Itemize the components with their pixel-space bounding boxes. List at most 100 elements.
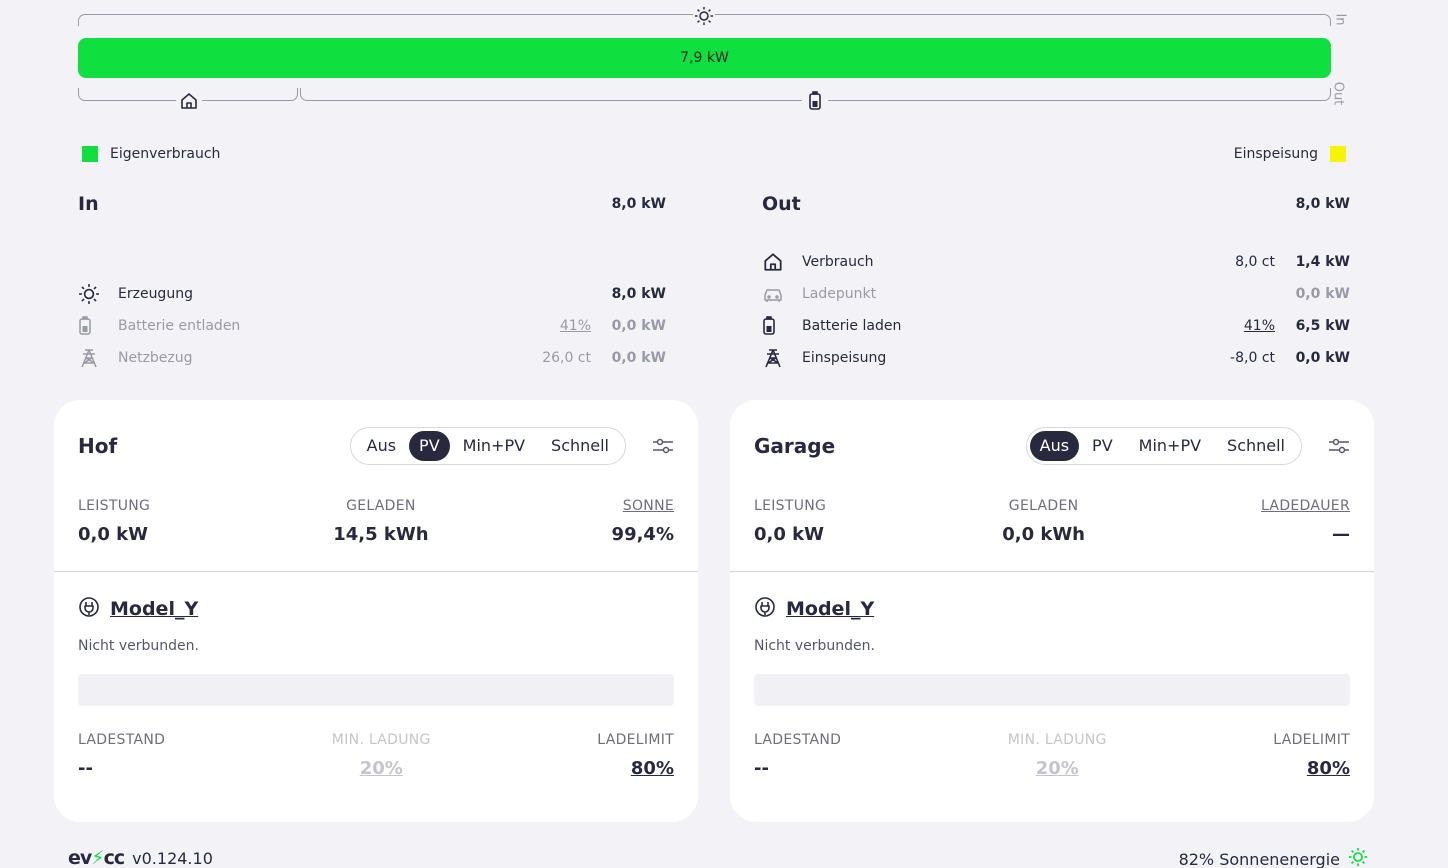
self-consumption-bar: 7,9 kW	[78, 38, 1331, 78]
bar-value: 7,9 kW	[680, 50, 729, 66]
legend-swatch-yellow	[1330, 146, 1346, 162]
vehicle-selector[interactable]: Model_Y	[78, 596, 198, 622]
row-label: Ladepunkt	[802, 286, 877, 302]
mode-pv-button[interactable]: PV	[1079, 431, 1126, 461]
logo-part: cc	[103, 847, 126, 868]
charge-limit-link[interactable]: 80%	[631, 758, 674, 779]
stat-label: LADESTAND	[78, 732, 166, 748]
row-value: 6,5 kW	[1295, 318, 1350, 334]
vehicle-plug-icon	[78, 596, 100, 622]
row-value: 0,0 kW	[611, 350, 666, 366]
house-icon	[762, 251, 802, 273]
stat-value: 0,0 kW	[754, 524, 824, 545]
settings-sliders-icon[interactable]	[1310, 437, 1350, 455]
evcc-logo[interactable]: ev⚡cc	[68, 847, 126, 868]
stat-soc: LADESTAND --	[754, 732, 841, 779]
charging-stats: LEISTUNG 0,0 kW GELADEN 0,0 kWh LADEDAUE…	[754, 498, 1350, 545]
loadpoint-title: Garage	[754, 434, 836, 458]
vehicle-plug-icon	[754, 596, 776, 622]
battery-icon	[78, 316, 118, 336]
stat-charge-limit: LADELIMIT 80%	[1273, 732, 1350, 779]
stat-label: LEISTUNG	[78, 498, 151, 514]
out-side-label: Out	[1330, 81, 1346, 106]
out-title: Out	[762, 193, 801, 215]
in-title: In	[78, 193, 99, 215]
stat-charged: GELADEN 0,0 kWh	[1002, 498, 1085, 545]
sun-icon	[693, 5, 715, 27]
charge-progress-bar	[78, 674, 674, 706]
min-charge-link[interactable]: 20%	[360, 758, 403, 779]
row-label: Batterie entladen	[118, 318, 241, 334]
mode-off-button[interactable]: Aus	[354, 431, 409, 461]
soc-stats: LADESTAND -- MIN. LADUNG 20% LADELIMIT 8…	[78, 732, 674, 779]
stat-value: 0,0 kWh	[1002, 524, 1085, 545]
version-link[interactable]: v0.124.10	[132, 849, 213, 868]
row-value: 0,0 kW	[611, 318, 666, 334]
card-header: Garage Aus PV Min+PV Schnell	[754, 426, 1350, 466]
stat-power: LEISTUNG 0,0 kW	[754, 498, 826, 545]
min-charge-link[interactable]: 20%	[1036, 758, 1079, 779]
footer-brand: ev⚡cc v0.124.10	[68, 847, 213, 868]
stat-power: LEISTUNG 0,0 kW	[78, 498, 150, 545]
stat-min-charge: MIN. LADUNG 20%	[1008, 732, 1107, 779]
stat-label: LADELIMIT	[1273, 732, 1350, 748]
stat-label: GELADEN	[1008, 498, 1079, 514]
vehicle-name[interactable]: Model_Y	[110, 598, 198, 620]
stat-value: --	[78, 758, 93, 779]
loadpoint-card-hof: Hof Aus PV Min+PV Schnell LEISTUNG 0,0 k…	[54, 400, 698, 822]
in-side-label: In	[1332, 13, 1348, 26]
grid-tower-icon	[78, 347, 118, 369]
row-value: 0,0 kW	[1295, 350, 1350, 366]
stat-value: —	[1331, 524, 1350, 545]
stat-duration: LADEDAUER —	[1261, 498, 1350, 545]
solar-share-indicator[interactable]: 82% Sonnenenergie	[1179, 847, 1368, 868]
stat-label: LADESTAND	[754, 732, 842, 748]
in-row-production: Erzeugung 8,0 kW	[78, 278, 666, 310]
mode-pv-button[interactable]: PV	[409, 431, 450, 461]
charge-limit-link[interactable]: 80%	[1307, 758, 1350, 779]
in-row-battery-discharge: Batterie entladen 41% 0,0 kW	[78, 310, 666, 342]
legend-feed-in: Einspeisung	[1234, 146, 1346, 162]
row-label: Netzbezug	[118, 350, 193, 366]
loadpoint-card-garage: Garage Aus PV Min+PV Schnell LEISTUNG 0,…	[730, 400, 1374, 822]
mode-off-button[interactable]: Aus	[1029, 431, 1080, 461]
mode-minpv-button[interactable]: Min+PV	[1126, 431, 1214, 461]
row-value: 8,0 kW	[611, 286, 666, 302]
grid-tower-icon	[762, 347, 802, 369]
out-row-loadpoint: Ladepunkt 0,0 kW	[762, 278, 1350, 310]
stat-label: LEISTUNG	[754, 498, 827, 514]
row-label: Einspeisung	[802, 350, 887, 366]
car-icon	[762, 285, 802, 303]
row-label: Verbrauch	[802, 254, 874, 270]
mode-fast-button[interactable]: Schnell	[538, 431, 622, 461]
stat-toggle-link[interactable]: LADEDAUER	[1261, 498, 1350, 514]
house-icon	[176, 90, 202, 112]
battery-soc-link[interactable]: 41%	[1195, 318, 1275, 334]
vehicle-name[interactable]: Model_Y	[786, 598, 874, 620]
out-row-battery-charge: Batterie laden 41% 6,5 kW	[762, 310, 1350, 342]
in-total: 8,0 kW	[611, 196, 666, 212]
legend-self-consumption: Eigenverbrauch	[82, 146, 220, 162]
divider	[730, 571, 1374, 572]
charging-stats: LEISTUNG 0,0 kW GELADEN 14,5 kWh SONNE 9…	[78, 498, 674, 545]
loadpoint-title: Hof	[78, 434, 118, 458]
sun-icon	[78, 283, 118, 305]
vehicle-selector[interactable]: Model_Y	[754, 596, 874, 622]
sun-icon	[1348, 847, 1368, 868]
mode-minpv-button[interactable]: Min+PV	[450, 431, 538, 461]
battery-icon	[762, 316, 802, 336]
bolt-icon: ⚡	[91, 847, 104, 868]
battery-soc-link[interactable]: 41%	[511, 318, 591, 334]
solar-share-text: 82% Sonnenenergie	[1178, 849, 1340, 868]
stat-label: MIN. LADUNG	[1007, 732, 1107, 748]
vehicle-status: Nicht verbunden.	[78, 638, 199, 654]
battery-icon	[802, 90, 828, 112]
stat-toggle-link[interactable]: SONNE	[623, 498, 674, 514]
row-label: Batterie laden	[802, 318, 902, 334]
settings-sliders-icon[interactable]	[634, 437, 674, 455]
out-row-consumption: Verbrauch 8,0 ct 1,4 kW	[762, 246, 1350, 278]
mode-fast-button[interactable]: Schnell	[1214, 431, 1298, 461]
stat-value: 99,4%	[611, 524, 674, 545]
vehicle-status: Nicht verbunden.	[754, 638, 875, 654]
out-row-feed-in: Einspeisung -8,0 ct 0,0 kW	[762, 342, 1350, 374]
